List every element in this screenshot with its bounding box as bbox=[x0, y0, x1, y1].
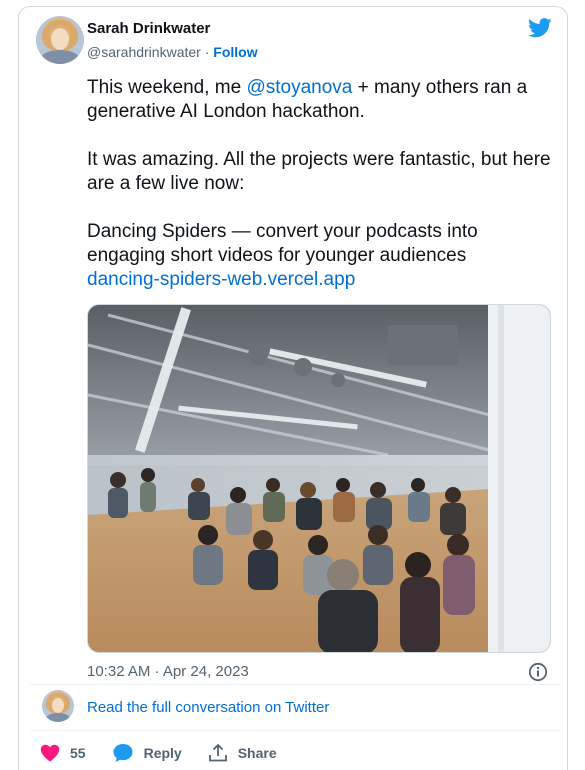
reply-button[interactable]: Reply bbox=[112, 743, 182, 763]
divider bbox=[30, 730, 560, 731]
info-icon[interactable] bbox=[528, 662, 548, 682]
author-avatar[interactable] bbox=[36, 16, 84, 64]
tweet-paragraph-1: This weekend, me @stoyanova + many other… bbox=[87, 76, 557, 124]
author-handle[interactable]: @sarahdrinkwater bbox=[87, 44, 201, 60]
reply-label: Reply bbox=[143, 745, 182, 761]
mention-link[interactable]: @stoyanova bbox=[246, 77, 352, 98]
tweet-text-prefix: This weekend, me bbox=[87, 77, 247, 98]
read-full-conversation-link[interactable]: Read the full conversation on Twitter bbox=[87, 699, 329, 716]
author-handle-row: @sarahdrinkwater · Follow bbox=[87, 44, 258, 60]
like-count: 55 bbox=[70, 745, 86, 761]
tweet-paragraph-3-text: Dancing Spiders — convert your podcasts … bbox=[87, 221, 478, 266]
reply-bubble-icon bbox=[113, 744, 133, 762]
tweet-paragraph-2: It was amazing. All the projects were fa… bbox=[87, 149, 551, 194]
twitter-bird-icon[interactable] bbox=[528, 18, 552, 38]
separator-dot: · bbox=[204, 44, 210, 60]
tweet-text: This weekend, me @stoyanova + many other… bbox=[87, 76, 557, 292]
tweet-timestamp[interactable]: 10:32 AM · Apr 24, 2023 bbox=[87, 663, 249, 680]
follow-button[interactable]: Follow bbox=[213, 44, 257, 60]
heart-icon bbox=[40, 744, 60, 762]
like-button[interactable]: 55 bbox=[40, 744, 86, 762]
hackathon-audience-photo-icon bbox=[88, 305, 550, 652]
share-label: Share bbox=[237, 745, 277, 761]
tweet-photo[interactable] bbox=[87, 304, 551, 653]
share-icon bbox=[208, 743, 227, 762]
project-link[interactable]: dancing-spiders-web.vercel.app bbox=[87, 269, 355, 290]
share-button[interactable]: Share bbox=[208, 743, 277, 763]
tweet-paragraph-3: Dancing Spiders — convert your podcasts … bbox=[87, 220, 557, 292]
author-name[interactable]: Sarah Drinkwater bbox=[87, 20, 210, 37]
divider bbox=[30, 684, 560, 685]
action-bar: 55 Reply Share bbox=[40, 742, 303, 764]
small-author-avatar[interactable] bbox=[42, 690, 74, 722]
